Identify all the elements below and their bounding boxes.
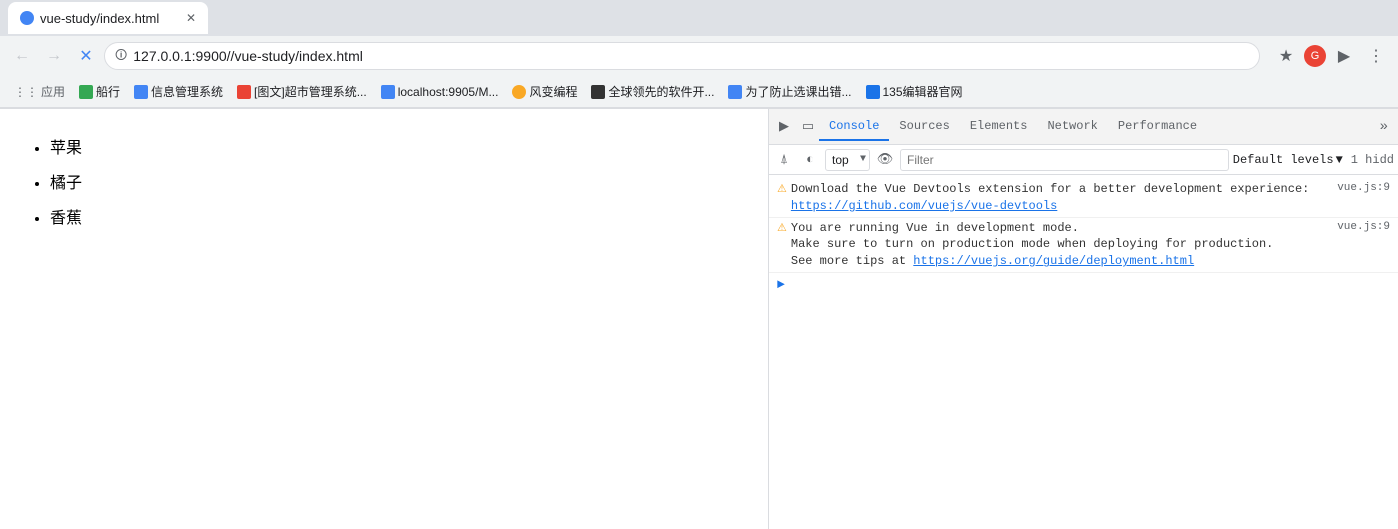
filter-toggle-button[interactable]: ◐	[799, 149, 821, 171]
bookmark-apps[interactable]: ⋮⋮ 应用	[8, 81, 71, 102]
menu-button[interactable]: ⋮	[1362, 42, 1390, 70]
hidden-count: 1 hidd	[1351, 153, 1394, 167]
bookmark-label-2: 信息管理系统	[151, 83, 223, 100]
main-layout: 苹果 橘子 香蕉 ▶ ▭ Console Sources Elements Ne…	[0, 109, 1398, 529]
console-source-2: vue.js:9	[1337, 220, 1390, 235]
tab-close-button[interactable]: ✕	[186, 11, 196, 25]
bookmarks-bar: ⋮⋮ 应用 船行 信息管理系统 [图文]超市管理系统... localhost:…	[0, 76, 1398, 108]
tab-title: vue-study/index.html	[40, 11, 159, 26]
bookmark-1[interactable]: 船行	[73, 81, 126, 102]
apps-icon: ⋮⋮	[14, 85, 38, 99]
fruit-item-3: 香蕉	[50, 205, 748, 234]
context-select-wrapper: top ▼	[825, 149, 870, 171]
bookmark-4[interactable]: localhost:9905/M...	[375, 83, 505, 101]
default-levels-label: Default levels	[1233, 153, 1334, 167]
bookmark-label-6: 全球领先的软件开...	[608, 83, 714, 100]
back-button[interactable]: ←	[8, 42, 36, 70]
fruit-item-2: 橘子	[50, 170, 748, 199]
bookmark-label-1: 船行	[96, 83, 120, 100]
eye-icon[interactable]: 👁	[874, 149, 896, 171]
bookmark-icon-6	[591, 85, 605, 99]
bookmark-label-4: localhost:9905/M...	[398, 85, 499, 99]
console-msg-text-2: You are running Vue in development mode.…	[791, 220, 1337, 270]
console-prompt: ►	[769, 273, 1398, 296]
prompt-arrow-icon: ►	[777, 277, 785, 292]
bookmark-label-3: [图文]超市管理系统...	[254, 83, 367, 100]
bookmark-apps-label: 应用	[41, 83, 65, 100]
filter-input[interactable]	[900, 149, 1229, 171]
tab-sources[interactable]: Sources	[889, 113, 959, 141]
tab-bar: vue-study/index.html ✕	[0, 0, 1398, 36]
console-source-1: vue.js:9	[1337, 181, 1390, 196]
tab-network[interactable]: Network	[1037, 113, 1107, 141]
bookmark-icon-4	[381, 85, 395, 99]
page-content: 苹果 橘子 香蕉	[0, 109, 768, 529]
warning-icon-1: ⚠	[777, 183, 787, 198]
devtools-device-icon[interactable]: ▭	[797, 116, 819, 138]
console-message-2: ⚠ You are running Vue in development mod…	[769, 218, 1398, 273]
bookmark-icon-2	[134, 85, 148, 99]
console-message-1: ⚠ Download the Vue Devtools extension fo…	[769, 179, 1398, 218]
extensions-button[interactable]: ▶	[1330, 42, 1358, 70]
bookmark-icon-5	[512, 85, 526, 99]
active-tab[interactable]: vue-study/index.html ✕	[8, 2, 208, 34]
clear-console-button[interactable]: ⍋	[773, 149, 795, 171]
bookmark-star-button[interactable]: ★	[1272, 42, 1300, 70]
tab-performance[interactable]: Performance	[1108, 113, 1207, 141]
browser-controls: ← → ✕ 🛈 127.0.0.1:9900//vue-study/index.…	[0, 36, 1398, 76]
bookmark-label-5: 风变编程	[529, 83, 577, 100]
browser-chrome: vue-study/index.html ✕ ← → ✕ 🛈 127.0.0.1…	[0, 0, 1398, 109]
devtools-panel: ▶ ▭ Console Sources Elements Network Per…	[768, 109, 1398, 529]
bookmark-8[interactable]: 135编辑器官网	[860, 81, 969, 102]
tab-console[interactable]: Console	[819, 113, 889, 141]
bookmark-label-8: 135编辑器官网	[883, 83, 963, 100]
bookmark-5[interactable]: 风变编程	[506, 81, 583, 102]
bookmark-icon-7	[728, 85, 742, 99]
context-select[interactable]: top	[825, 149, 870, 171]
warning-icon-2: ⚠	[777, 222, 787, 237]
address-bar[interactable]: 🛈 127.0.0.1:9900//vue-study/index.html	[104, 42, 1260, 70]
reload-button[interactable]: ✕	[72, 42, 100, 70]
bookmark-6[interactable]: 全球领先的软件开...	[585, 81, 720, 102]
devtools-more-tabs[interactable]: »	[1374, 119, 1394, 135]
tab-elements[interactable]: Elements	[960, 113, 1038, 141]
bookmark-label-7: 为了防止选课出错...	[745, 83, 851, 100]
fruit-item-1: 苹果	[50, 135, 748, 164]
console-output: ⚠ Download the Vue Devtools extension fo…	[769, 175, 1398, 529]
devtools-inspect-icon[interactable]: ▶	[773, 116, 795, 138]
bookmark-icon-3	[237, 85, 251, 99]
console-msg-text-1: Download the Vue Devtools extension for …	[791, 181, 1337, 215]
bookmark-7[interactable]: 为了防止选课出错...	[722, 81, 857, 102]
fruit-list: 苹果 橘子 香蕉	[20, 135, 748, 233]
bookmark-icon-8	[866, 85, 880, 99]
deployment-link[interactable]: https://vuejs.org/guide/deployment.html	[913, 254, 1194, 268]
url-text: 127.0.0.1:9900//vue-study/index.html	[133, 48, 363, 64]
forward-button[interactable]: →	[40, 42, 68, 70]
devtools-link[interactable]: https://github.com/vuejs/vue-devtools	[791, 199, 1057, 213]
console-toolbar: ⍋ ◐ top ▼ 👁 Default levels ▼ 1 hidd	[769, 145, 1398, 175]
profile-button[interactable]: G	[1304, 45, 1326, 67]
toolbar-right: ★ G ▶ ⋮	[1272, 42, 1390, 70]
devtools-tab-icons: ▶ ▭	[773, 116, 819, 138]
security-icon: 🛈	[115, 46, 127, 67]
bookmark-3[interactable]: [图文]超市管理系统...	[231, 81, 373, 102]
levels-chevron-icon: ▼	[1336, 153, 1343, 167]
default-levels-dropdown[interactable]: Default levels ▼	[1233, 153, 1343, 167]
devtools-tabs: ▶ ▭ Console Sources Elements Network Per…	[769, 109, 1398, 145]
bookmark-2[interactable]: 信息管理系统	[128, 81, 229, 102]
bookmark-icon-1	[79, 85, 93, 99]
tab-favicon	[20, 11, 34, 25]
